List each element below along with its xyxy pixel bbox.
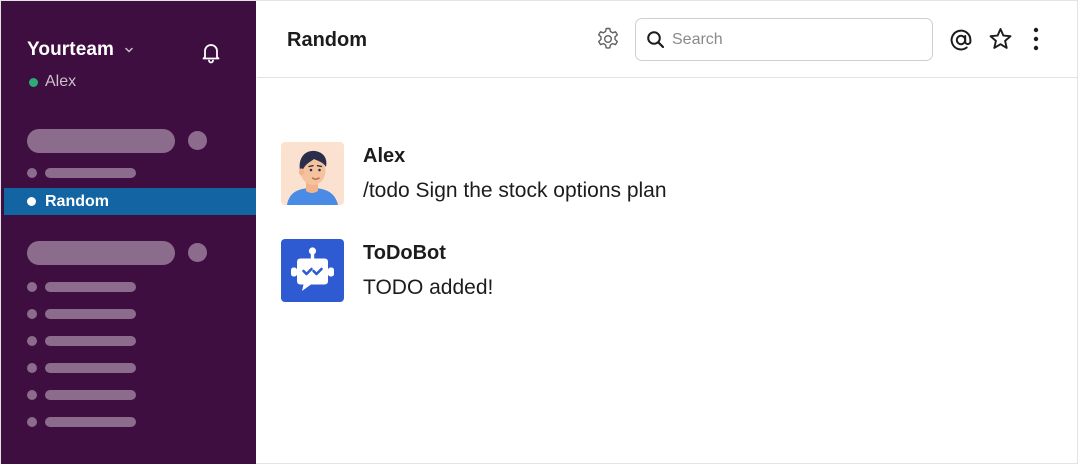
- channel-item-placeholder[interactable]: [45, 282, 136, 292]
- user-name: Alex: [45, 73, 77, 90]
- sidebar-item-label: Random: [45, 192, 109, 210]
- team-name: Yourteam: [27, 39, 115, 60]
- sidebar: Yourteam Alex Random: [1, 1, 256, 464]
- message-item: Alex /todo Sign the stock options plan: [281, 142, 981, 208]
- channel-bullet: [27, 197, 36, 206]
- channel-item-placeholder[interactable]: [45, 309, 136, 319]
- chat-app-window: Yourteam Alex Random Random Search Alex …: [0, 0, 1078, 464]
- star-icon[interactable]: [987, 26, 1014, 53]
- section-header-placeholder[interactable]: [27, 129, 175, 153]
- channel-bullet-placeholder: [27, 417, 37, 427]
- channel-item-placeholder[interactable]: [45, 168, 136, 178]
- channel-bullet-placeholder: [27, 168, 37, 178]
- at-mention-icon[interactable]: [947, 26, 975, 54]
- channel-bullet-placeholder: [27, 309, 37, 319]
- channel-bullet-placeholder: [27, 363, 37, 373]
- channel-bullet-placeholder: [27, 390, 37, 400]
- message-text: /todo Sign the stock options plan: [363, 179, 667, 202]
- bell-icon[interactable]: [198, 39, 224, 65]
- channel-item-placeholder[interactable]: [45, 390, 136, 400]
- message-author[interactable]: ToDoBot: [363, 242, 446, 265]
- message-author[interactable]: Alex: [363, 145, 405, 168]
- channel-bullet-placeholder: [27, 336, 37, 346]
- search-input[interactable]: [672, 28, 922, 52]
- sidebar-item-random[interactable]: Random: [4, 188, 256, 215]
- channel-title: Random: [287, 29, 367, 51]
- channel-bullet-placeholder: [27, 282, 37, 292]
- more-vertical-icon[interactable]: [1027, 26, 1045, 54]
- chevron-down-icon: [125, 47, 133, 53]
- message-item: ToDoBot TODO added!: [281, 239, 981, 305]
- channel-item-placeholder[interactable]: [45, 363, 136, 373]
- channel-item-placeholder[interactable]: [45, 417, 136, 427]
- team-switcher[interactable]: Yourteam: [27, 39, 134, 61]
- gear-icon[interactable]: [595, 26, 621, 52]
- search-icon: [647, 31, 665, 49]
- channel-item-placeholder[interactable]: [45, 336, 136, 346]
- bot-avatar-icon[interactable]: [281, 239, 344, 302]
- user-avatar-icon[interactable]: [281, 142, 344, 205]
- current-user: Alex: [29, 73, 76, 91]
- message-text: TODO added!: [363, 276, 494, 299]
- channel-header: Random: [257, 1, 1078, 78]
- presence-indicator: [29, 77, 38, 87]
- section-header-placeholder[interactable]: [27, 241, 175, 265]
- section-add-placeholder[interactable]: [188, 243, 207, 262]
- search-box[interactable]: [635, 18, 933, 61]
- section-add-placeholder[interactable]: [188, 131, 207, 150]
